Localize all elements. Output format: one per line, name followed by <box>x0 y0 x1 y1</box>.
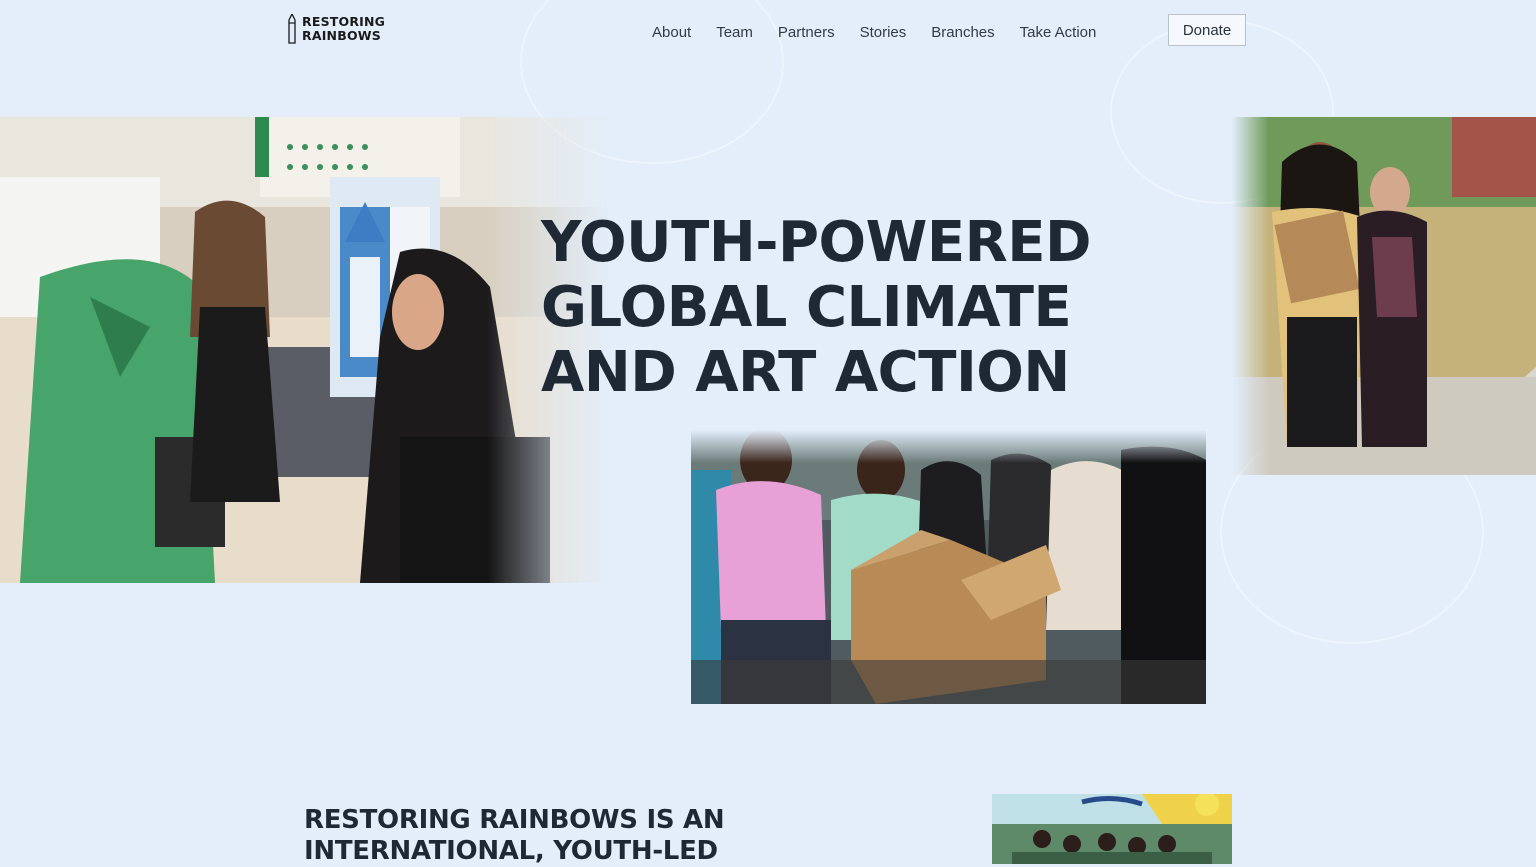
hero-photo-outdoor <box>1232 117 1536 475</box>
main-nav: About Team Partners Stories Branches Tak… <box>652 24 1121 42</box>
nav-stories[interactable]: Stories <box>860 24 907 42</box>
nav-branches[interactable]: Branches <box>931 24 994 42</box>
crayon-icon <box>288 14 296 44</box>
logo-line-1: RESTORING <box>302 14 386 29</box>
hero-title-line: AND ART ACTION <box>541 340 1070 405</box>
hero-photo-students <box>691 430 1206 704</box>
site-logo[interactable]: RESTORING RAINBOWS <box>288 14 385 44</box>
logo-wordmark: RESTORING RAINBOWS <box>302 15 385 43</box>
nav-about[interactable]: About <box>652 24 691 42</box>
mission-title: RESTORING RAINBOWS IS AN INTERNATIONAL, … <box>304 805 725 867</box>
nav-take-action[interactable]: Take Action <box>1020 24 1097 42</box>
mission-title-line: RESTORING RAINBOWS IS AN <box>304 805 725 835</box>
hero-title-line: YOUTH-POWERED <box>541 210 1091 275</box>
hero-photo-exhibit <box>0 117 610 583</box>
mission-title-line: INTERNATIONAL, YOUTH-LED <box>304 836 718 866</box>
mural-photo <box>992 794 1232 864</box>
donate-button[interactable]: Donate <box>1168 14 1246 46</box>
nav-team[interactable]: Team <box>716 24 753 42</box>
hero-title-line: GLOBAL CLIMATE <box>541 275 1072 340</box>
logo-line-2: RAINBOWS <box>302 28 381 43</box>
hero-title: YOUTH-POWERED GLOBAL CLIMATE AND ART ACT… <box>541 210 1181 405</box>
nav-partners[interactable]: Partners <box>778 24 835 42</box>
